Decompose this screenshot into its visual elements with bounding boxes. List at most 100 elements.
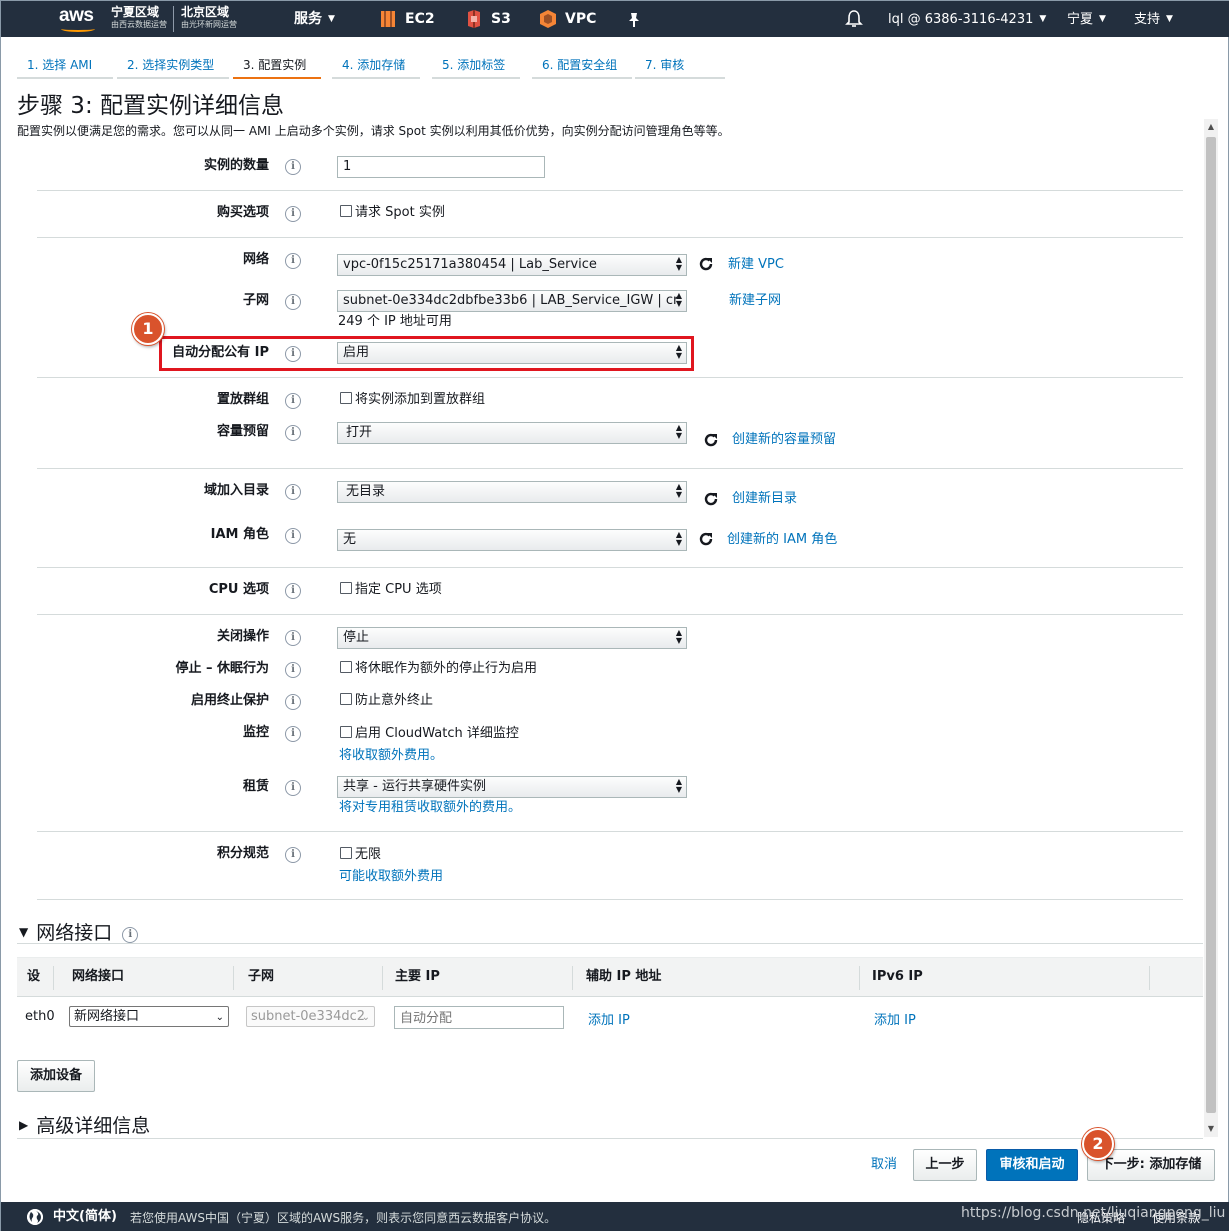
- account-menu-label: lql @ 6386-3116-4231: [888, 12, 1034, 27]
- column-header-device: 设: [27, 969, 41, 984]
- network-select[interactable]: vpc-0f15c25171a380454 | Lab_Service ▲ ▼: [337, 254, 687, 276]
- info-icon[interactable]: i: [285, 253, 301, 269]
- info-icon[interactable]: i: [285, 694, 301, 710]
- tab-review[interactable]: 7. 审核: [635, 51, 725, 79]
- iam-role-select[interactable]: 无 ▲ ▼: [337, 529, 687, 551]
- info-icon[interactable]: i: [285, 583, 301, 599]
- divider: [37, 190, 1183, 191]
- unlimited-checkbox[interactable]: 无限: [340, 846, 381, 864]
- info-icon[interactable]: i: [285, 484, 301, 500]
- info-icon[interactable]: i: [285, 662, 301, 678]
- info-icon[interactable]: i: [122, 927, 139, 943]
- domain-join-select[interactable]: 无目录 ▲ ▼: [337, 481, 687, 503]
- monitoring-charges-link[interactable]: 将收取额外费用。: [339, 747, 443, 765]
- cloudwatch-monitoring-checkbox[interactable]: 启用 CloudWatch 详细监控: [340, 725, 519, 743]
- s3-icon[interactable]: [465, 9, 483, 29]
- tab-configure-security-group[interactable]: 6. 配置安全组: [532, 51, 632, 79]
- account-menu[interactable]: lql @ 6386-3116-4231 ▼: [888, 11, 1046, 28]
- region-menu[interactable]: 宁夏 ▼: [1067, 11, 1106, 28]
- aws-logo[interactable]: aws: [59, 5, 95, 32]
- create-directory-link[interactable]: 创建新目录: [732, 490, 797, 508]
- pin-icon[interactable]: [625, 10, 643, 30]
- info-icon[interactable]: i: [285, 726, 301, 742]
- create-iam-role-link[interactable]: 创建新的 IAM 角色: [727, 531, 837, 549]
- cpu-options-checkbox-label: 指定 CPU 选项: [355, 582, 442, 597]
- create-subnet-link[interactable]: 新建子网: [729, 292, 781, 310]
- caret-right-icon: ▶: [19, 1118, 29, 1132]
- refresh-icon[interactable]: [697, 530, 715, 548]
- info-icon[interactable]: i: [285, 393, 301, 409]
- refresh-icon[interactable]: [702, 431, 720, 449]
- checkbox-box[interactable]: [340, 582, 352, 594]
- shutdown-behavior-select[interactable]: 停止 ▲ ▼: [337, 627, 687, 649]
- scroll-up-arrow-icon[interactable]: ▲: [1204, 119, 1218, 135]
- ec2-icon[interactable]: [379, 9, 397, 29]
- spot-instance-checkbox[interactable]: 请求 Spot 实例: [340, 204, 445, 222]
- select-arrows-icon: ▲ ▼: [675, 291, 682, 308]
- instance-count-input[interactable]: 1: [337, 156, 545, 178]
- termination-protection-label: 启用终止保护: [190, 693, 269, 708]
- info-icon[interactable]: i: [285, 780, 301, 796]
- language-selector[interactable]: 中文(简体): [53, 1209, 117, 1225]
- tab-configure-instance[interactable]: 3. 配置实例: [233, 51, 321, 79]
- info-icon[interactable]: i: [285, 528, 301, 544]
- cancel-link[interactable]: 取消: [871, 1156, 897, 1174]
- info-icon[interactable]: i: [285, 847, 301, 863]
- create-capacity-reservation-link[interactable]: 创建新的容量预留: [732, 431, 836, 449]
- vpc-icon[interactable]: [539, 9, 557, 29]
- tab-add-storage[interactable]: 4. 添加存储: [332, 51, 420, 79]
- ec2-shortcut[interactable]: EC2: [405, 10, 435, 28]
- refresh-icon[interactable]: [702, 490, 720, 508]
- dedicated-tenancy-charges-link[interactable]: 将对专用租赁收取额外的费用。: [339, 799, 521, 817]
- bell-icon[interactable]: [845, 9, 863, 29]
- termination-protection-checkbox[interactable]: 防止意外终止: [340, 692, 433, 710]
- tab-choose-instance-type[interactable]: 2. 选择实例类型: [117, 51, 229, 79]
- tab-add-tags[interactable]: 5. 添加标签: [432, 51, 520, 79]
- checkbox-box[interactable]: [340, 392, 352, 404]
- scroll-down-arrow-icon[interactable]: ▼: [1204, 1121, 1218, 1137]
- region-ningxia[interactable]: 宁夏区域 由西云数据运营: [111, 5, 167, 31]
- tenancy-select[interactable]: 共享 - 运行共享硬件实例 ▲ ▼: [337, 776, 687, 798]
- add-ipv6-link[interactable]: 添加 IP: [874, 1012, 916, 1030]
- column-divider: [53, 966, 54, 990]
- checkbox-box[interactable]: [340, 726, 352, 738]
- subnet-select[interactable]: subnet-0e334dc2dbfbe33b6 | LAB_Service_I…: [337, 290, 687, 312]
- refresh-icon[interactable]: [697, 255, 715, 273]
- chevron-down-icon: ▼: [1099, 14, 1106, 24]
- tab-choose-ami[interactable]: 1. 选择 AMI: [17, 51, 113, 79]
- previous-button[interactable]: 上一步: [913, 1149, 977, 1181]
- highlight-annotation-box: [159, 336, 694, 371]
- review-and-launch-button[interactable]: 审核和启动: [986, 1149, 1078, 1181]
- column-divider: [1149, 966, 1150, 990]
- network-interface-select[interactable]: 新网络接口 ⌄: [69, 1006, 229, 1027]
- create-vpc-link[interactable]: 新建 VPC: [728, 256, 784, 274]
- checkbox-box[interactable]: [340, 693, 352, 705]
- info-icon[interactable]: i: [285, 425, 301, 441]
- add-device-button[interactable]: 添加设备: [17, 1060, 95, 1092]
- primary-ip-input[interactable]: [394, 1006, 564, 1029]
- network-interfaces-toggle[interactable]: ▼ 网络接口 i: [19, 920, 139, 945]
- region-beijing[interactable]: 北京区域 由光环新网运营: [181, 5, 237, 31]
- credit-charges-link[interactable]: 可能收取额外费用: [339, 868, 443, 886]
- info-icon[interactable]: i: [285, 294, 301, 310]
- services-menu[interactable]: 服务 ▼: [294, 10, 335, 28]
- checkbox-box[interactable]: [340, 847, 352, 859]
- s3-shortcut[interactable]: S3: [491, 10, 511, 28]
- advanced-details-toggle[interactable]: ▶ 高级详细信息: [19, 1113, 150, 1138]
- select-arrows-icon: ▲ ▼: [675, 530, 682, 547]
- hibernate-checkbox[interactable]: 将休眠作为额外的停止行为启用: [340, 660, 537, 678]
- vpc-shortcut[interactable]: VPC: [565, 10, 596, 28]
- top-navigation-bar: aws 宁夏区域 由西云数据运营 北京区域 由光环新网运营 服务 ▼ EC2 S3…: [1, 1, 1229, 37]
- scrollbar-thumb[interactable]: [1206, 137, 1216, 1113]
- info-icon[interactable]: i: [285, 159, 301, 175]
- support-menu[interactable]: 支持 ▼: [1134, 11, 1173, 28]
- legal-notice: 若您使用AWS中国（宁夏）区域的AWS服务，则表示您同意西云数据客户协议。: [130, 1211, 557, 1225]
- cpu-options-checkbox[interactable]: 指定 CPU 选项: [340, 581, 442, 599]
- add-secondary-ip-link[interactable]: 添加 IP: [588, 1012, 630, 1030]
- info-icon[interactable]: i: [285, 206, 301, 222]
- checkbox-box[interactable]: [340, 205, 352, 217]
- capacity-reservation-select[interactable]: 打开 ▲ ▼: [337, 422, 687, 444]
- checkbox-box[interactable]: [340, 661, 352, 673]
- placement-group-checkbox[interactable]: 将实例添加到置放群组: [340, 391, 485, 409]
- info-icon[interactable]: i: [285, 630, 301, 646]
